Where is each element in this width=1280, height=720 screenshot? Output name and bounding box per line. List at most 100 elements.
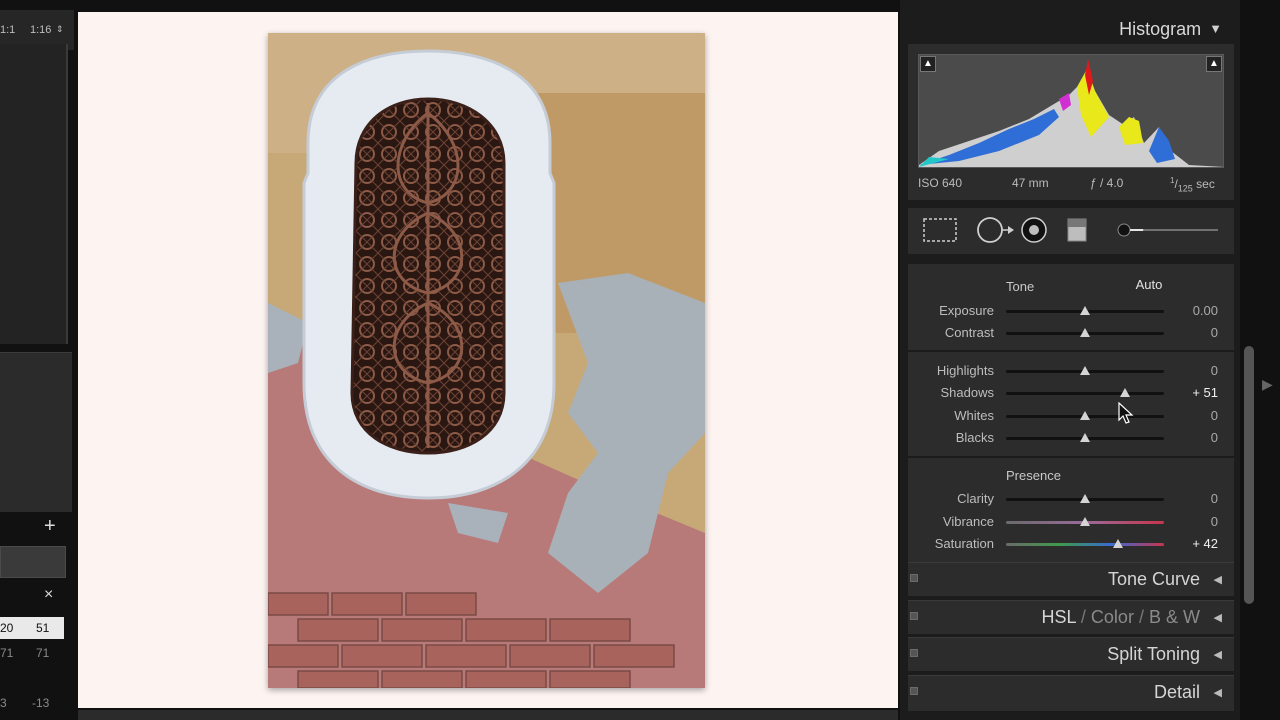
slider-value[interactable]: 0 [1211, 363, 1218, 378]
slider-thumb[interactable] [1080, 517, 1090, 526]
history-after: -13 [32, 696, 50, 710]
slider-value[interactable]: 0 [1211, 430, 1218, 445]
focal-length-value: 47 mm [1012, 176, 1049, 190]
slider-thumb[interactable] [1080, 328, 1090, 337]
slider-value[interactable]: 0.00 [1193, 303, 1218, 318]
panel-scrollbar[interactable] [1244, 346, 1254, 604]
panel-expand-arrow-icon[interactable]: ▶ [1262, 376, 1273, 393]
slider-saturation[interactable]: Saturation + 42 [908, 533, 1234, 553]
iso-value: ISO 640 [918, 176, 963, 190]
tab-hsl[interactable]: HSL [1042, 607, 1076, 627]
history-before: 20 [0, 621, 14, 635]
expand-triangle-icon[interactable]: ◀ [1214, 573, 1222, 586]
tone-curve-title[interactable]: Tone Curve [1108, 569, 1200, 590]
presence-section-label: Presence [1006, 468, 1061, 483]
histogram-title: Histogram [1119, 19, 1202, 39]
divider [908, 350, 1234, 352]
collapse-triangle-icon[interactable]: ▼ [1209, 21, 1222, 36]
slider-thumb[interactable] [1080, 366, 1090, 375]
expand-triangle-icon[interactable]: ◀ [1214, 611, 1222, 624]
name-field[interactable] [0, 546, 66, 578]
history-after: 51 [36, 621, 50, 635]
slider-value[interactable]: + 42 [1192, 536, 1218, 551]
close-icon[interactable]: × [44, 586, 53, 604]
separator: / [1080, 607, 1086, 627]
photo-image [268, 33, 705, 688]
slider-thumb[interactable] [1080, 494, 1090, 503]
split-toning-panel[interactable]: Split Toning ◀ [908, 637, 1234, 671]
crop-overlay-icon[interactable] [923, 218, 957, 242]
divider [908, 456, 1234, 458]
hsl-panel[interactable]: HSL / Color / B & W ◀ [908, 600, 1234, 634]
photo-preview[interactable] [268, 33, 705, 688]
slider-value[interactable]: 0 [1211, 408, 1218, 423]
slider-label: Exposure [939, 303, 994, 318]
slider-label: Vibrance [942, 514, 994, 529]
auto-tone-button[interactable]: Auto [1126, 276, 1172, 296]
slider-thumb[interactable] [1080, 306, 1090, 315]
adjustment-brush-icon[interactable] [1117, 223, 1218, 237]
slider-thumb[interactable] [1120, 388, 1131, 397]
panel-toggle-switch[interactable] [910, 649, 918, 657]
tone-curve-panel[interactable]: Tone Curve ◀ [908, 562, 1234, 596]
red-eye-icon[interactable] [1021, 217, 1047, 243]
slider-vibrance[interactable]: Vibrance 0 [908, 511, 1234, 531]
graduated-filter-icon[interactable] [1067, 218, 1087, 242]
panel-toggle-switch[interactable] [910, 612, 918, 620]
split-toning-title[interactable]: Split Toning [1107, 644, 1200, 665]
histogram-curve [919, 59, 1225, 167]
slider-value[interactable]: 0 [1211, 325, 1218, 340]
detail-title[interactable]: Detail [1154, 682, 1200, 703]
shadow-clipping-icon[interactable]: ▲ [920, 56, 936, 72]
slider-whites[interactable]: Whites 0 [908, 405, 1234, 425]
slider-thumb[interactable] [1113, 539, 1124, 548]
tab-bw[interactable]: B & W [1149, 607, 1200, 627]
histogram-header[interactable]: Histogram ▼ [1119, 19, 1222, 40]
zoom-1-1[interactable]: 1:1 [0, 24, 15, 36]
slider-shadows[interactable]: Shadows + 51 [908, 382, 1234, 402]
histogram-panel: ▲ ▲ ISO 640 47 mm ƒ / 4.0 1/125 sec [908, 44, 1234, 200]
navigator-preview[interactable] [0, 44, 68, 344]
spot-removal-icon[interactable] [977, 217, 1014, 243]
slider-value[interactable]: 0 [1211, 514, 1218, 529]
left-panel: 1:1 1:16 ⇕ + × 20 51 71 71 3 -13 [0, 0, 76, 720]
history-row[interactable]: 71 71 [0, 642, 64, 664]
add-icon[interactable]: + [44, 516, 56, 536]
highlight-clipping-icon[interactable]: ▲ [1206, 56, 1222, 72]
zoom-1-16[interactable]: 1:16 [30, 24, 51, 36]
history-row[interactable]: 3 -13 [0, 692, 64, 714]
slider-value[interactable]: + 51 [1192, 385, 1218, 400]
slider-highlights[interactable]: Highlights 0 [908, 360, 1234, 380]
slider-blacks[interactable]: Blacks 0 [908, 427, 1234, 447]
slider-contrast[interactable]: Contrast 0 [908, 322, 1234, 342]
tab-color[interactable]: Color [1091, 607, 1134, 627]
separator: / [1138, 607, 1144, 627]
panel-toggle-switch[interactable] [910, 687, 918, 695]
expand-triangle-icon[interactable]: ◀ [1214, 686, 1222, 699]
slider-track[interactable] [1006, 392, 1164, 395]
slider-value[interactable]: 0 [1211, 491, 1218, 506]
slider-thumb[interactable] [1080, 411, 1090, 420]
slider-exposure[interactable]: Exposure 0.00 [908, 300, 1234, 320]
slider-label: Blacks [955, 430, 994, 445]
tone-section-label: Tone [1006, 279, 1035, 294]
history-row[interactable]: 20 51 [0, 617, 64, 639]
expand-triangle-icon[interactable]: ◀ [1214, 648, 1222, 661]
preset-list[interactable] [0, 352, 72, 512]
filmstrip-toggle-bar[interactable] [78, 710, 898, 720]
hsl-title[interactable]: HSL / Color / B & W [1042, 607, 1200, 628]
aperture-value: ƒ / 4.0 [1090, 176, 1124, 190]
slider-track[interactable] [1006, 543, 1164, 546]
detail-panel[interactable]: Detail ◀ [908, 675, 1234, 711]
slider-clarity[interactable]: Clarity 0 [908, 488, 1234, 508]
slider-thumb[interactable] [1080, 433, 1090, 442]
history-after: 71 [36, 646, 50, 660]
slider-label: Shadows [940, 385, 994, 400]
right-edge-bar [1256, 0, 1280, 720]
tool-strip [908, 208, 1234, 254]
panel-toggle-switch[interactable] [910, 574, 918, 582]
zoom-dropdown-icon[interactable]: ⇕ [56, 24, 64, 35]
histogram-graph[interactable] [918, 54, 1225, 168]
slider-label: Contrast [944, 325, 994, 340]
slider-label: Highlights [936, 363, 994, 378]
